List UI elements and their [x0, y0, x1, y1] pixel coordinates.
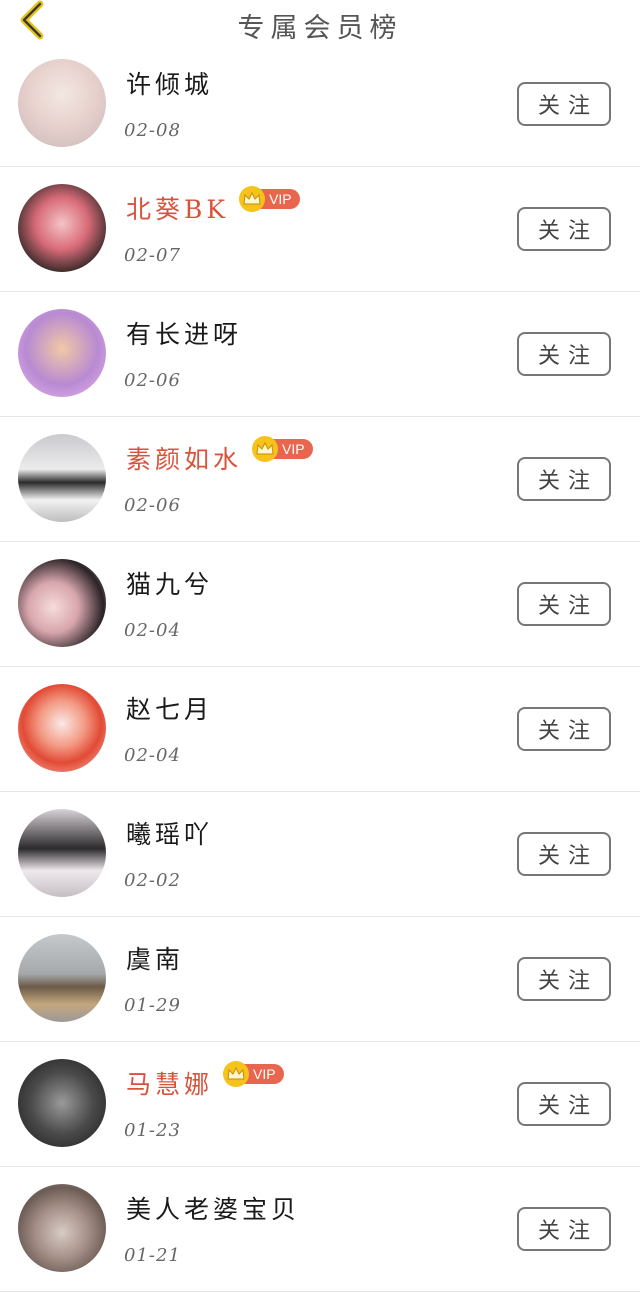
member-name[interactable]: 猫九兮	[126, 565, 213, 601]
avatar[interactable]	[18, 434, 106, 522]
name-line: 赵七月	[126, 691, 213, 725]
join-date: 02-04	[124, 620, 181, 641]
follow-button[interactable]: 关注	[517, 1207, 611, 1251]
follow-button[interactable]: 关注	[517, 582, 611, 626]
avatar[interactable]	[18, 309, 106, 397]
avatar[interactable]	[18, 559, 106, 647]
member-name[interactable]: 马慧娜	[126, 1065, 213, 1101]
join-date: 02-06	[124, 495, 181, 516]
join-date: 02-06	[124, 370, 181, 391]
member-name[interactable]: 美人老婆宝贝	[126, 1190, 300, 1226]
name-line: 有长进呀	[126, 316, 242, 350]
page-title: 专属会员榜	[237, 13, 403, 44]
avatar[interactable]	[18, 684, 106, 772]
follow-button[interactable]: 关注	[517, 332, 611, 376]
follow-button[interactable]: 关注	[517, 1082, 611, 1126]
name-line: 马慧娜 VIP	[126, 1061, 284, 1101]
vip-badge: VIP	[239, 186, 300, 212]
join-date: 02-07	[124, 245, 181, 266]
join-date: 02-08	[124, 120, 181, 141]
member-name[interactable]: 有长进呀	[126, 315, 242, 351]
member-row[interactable]: 赵七月 02-04 关注	[0, 667, 640, 792]
avatar[interactable]	[18, 1059, 106, 1147]
name-line: 素颜如水 VIP	[126, 436, 313, 476]
join-date: 02-02	[124, 870, 181, 891]
member-row[interactable]: 有长进呀 02-06 关注	[0, 292, 640, 417]
crown-icon	[223, 1061, 250, 1087]
follow-button[interactable]: 关注	[517, 457, 611, 501]
avatar[interactable]	[18, 809, 106, 897]
vip-badge: VIP	[223, 1061, 284, 1087]
avatar[interactable]	[18, 1184, 106, 1272]
crown-icon	[239, 186, 266, 212]
join-date: 01-23	[124, 1120, 181, 1141]
member-name[interactable]: 许倾城	[126, 65, 213, 101]
member-row[interactable]: 美人老婆宝贝 01-21 关注	[0, 1167, 640, 1292]
member-row[interactable]: 虞南 01-29 关注	[0, 917, 640, 1042]
crown-icon	[252, 436, 279, 462]
join-date: 01-21	[124, 1245, 181, 1266]
member-row[interactable]: 马慧娜 VIP 01-23 关注	[0, 1042, 640, 1167]
avatar[interactable]	[18, 934, 106, 1022]
member-row[interactable]: 猫九兮 02-04 关注	[0, 542, 640, 667]
follow-button[interactable]: 关注	[517, 832, 611, 876]
member-name[interactable]: 赵七月	[126, 690, 213, 726]
member-name[interactable]: 曦瑶吖	[126, 815, 213, 851]
member-row[interactable]: 北葵BK VIP 02-07 关注	[0, 167, 640, 292]
name-line: 虞南	[126, 941, 184, 975]
join-date: 01-29	[124, 995, 181, 1016]
member-name[interactable]: 北葵BK	[126, 190, 229, 226]
name-line: 曦瑶吖	[126, 816, 213, 850]
member-name[interactable]: 虞南	[126, 940, 184, 976]
name-line: 许倾城	[126, 66, 213, 100]
name-line: 美人老婆宝贝	[126, 1191, 300, 1225]
vip-badge: VIP	[252, 436, 313, 462]
name-line: 北葵BK VIP	[126, 186, 300, 226]
follow-button[interactable]: 关注	[517, 707, 611, 751]
member-row[interactable]: 曦瑶吖 02-02 关注	[0, 792, 640, 917]
member-list: 许倾城 02-08 关注 北葵BK VIP 02-07 关注 有长进呀 02-06 关注 素颜如水 V…	[0, 42, 640, 1292]
follow-button[interactable]: 关注	[517, 82, 611, 126]
follow-button[interactable]: 关注	[517, 207, 611, 251]
member-row[interactable]: 许倾城 02-08 关注	[0, 42, 640, 167]
name-line: 猫九兮	[126, 566, 213, 600]
avatar[interactable]	[18, 184, 106, 272]
member-row[interactable]: 素颜如水 VIP 02-06 关注	[0, 417, 640, 542]
join-date: 02-04	[124, 745, 181, 766]
member-name[interactable]: 素颜如水	[126, 440, 242, 476]
follow-button[interactable]: 关注	[517, 957, 611, 1001]
avatar[interactable]	[18, 59, 106, 147]
